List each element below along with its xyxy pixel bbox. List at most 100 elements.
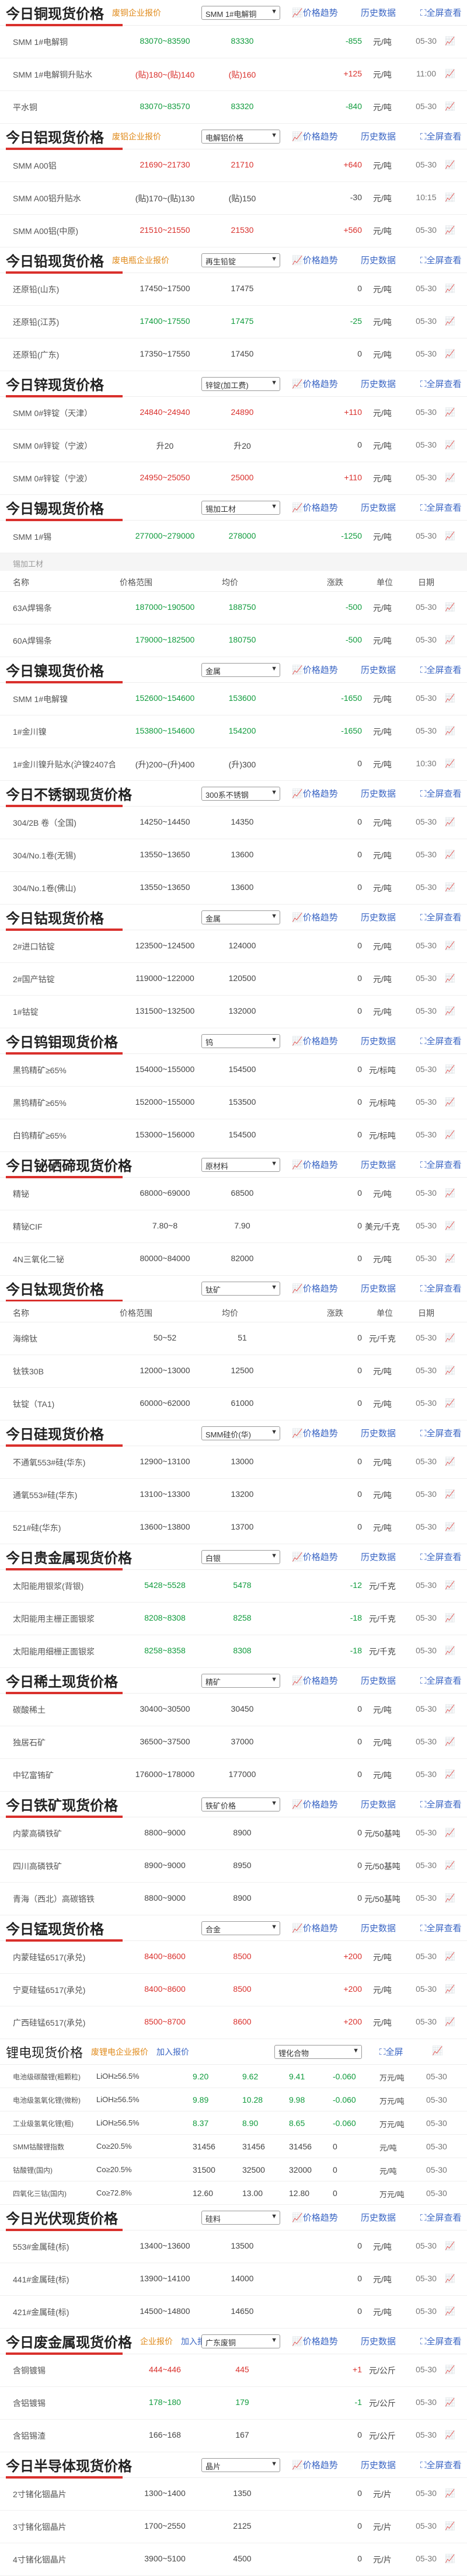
item-name[interactable]: 青海（西北）高碳铬铁 — [13, 1893, 95, 1905]
fullscreen-button[interactable]: ⛶全屏查看 — [420, 1035, 462, 1047]
chart-icon[interactable]: 📈 — [445, 102, 455, 111]
price-trend-button[interactable]: 📈价格趋势 — [292, 664, 338, 676]
chart-icon[interactable]: 📈 — [445, 759, 455, 769]
item-name[interactable]: 1#钴锭 — [13, 1006, 39, 1018]
chart-icon[interactable]: 📈 — [445, 225, 455, 235]
history-data-button[interactable]: 历史数据 — [361, 1551, 396, 1563]
history-data-button[interactable]: 历史数据 — [361, 501, 396, 514]
chart-icon[interactable]: 📈 — [445, 941, 455, 951]
category-select[interactable]: 合金 ▼ — [201, 1921, 280, 1935]
history-data-button[interactable]: 历史数据 — [361, 787, 396, 800]
item-name[interactable]: SMM A00铝(中原) — [13, 225, 78, 237]
price-trend-button[interactable]: 📈价格趋势 — [292, 254, 338, 266]
history-data-button[interactable]: 历史数据 — [361, 6, 396, 19]
item-name[interactable]: SMM A00铝 — [13, 160, 57, 172]
chart-icon[interactable]: 📈 — [445, 1893, 455, 1903]
fullscreen-button[interactable]: ⛶全屏查看 — [420, 1674, 462, 1687]
price-trend-button[interactable]: 📈价格趋势 — [292, 6, 338, 19]
price-trend-button[interactable]: 📈价格趋势 — [292, 130, 338, 142]
fullscreen-button[interactable]: ⛶全屏查看 — [420, 787, 462, 800]
price-trend-button[interactable]: 📈价格趋势 — [292, 2211, 338, 2224]
chart-icon[interactable]: 📈 — [445, 1398, 455, 1408]
chart-icon[interactable]: 📈 — [445, 193, 455, 203]
item-name[interactable]: SMM 1#电解镍 — [13, 693, 68, 705]
history-data-button[interactable]: 历史数据 — [361, 2211, 396, 2224]
item-name[interactable]: 1#金川镍升贴水(沪镍2407合约) — [13, 759, 115, 770]
chart-icon[interactable]: 📈 — [445, 2521, 455, 2531]
item-name[interactable]: SMM 1#电解铜 — [13, 36, 68, 48]
item-name[interactable]: 四氧化三钴(国内) — [13, 2188, 67, 2198]
chart-icon[interactable]: 📈 — [445, 2017, 455, 2027]
item-name[interactable]: 不通氧553#硅(华东) — [13, 1457, 85, 1468]
chart-icon[interactable]: 📈 — [445, 1769, 455, 1779]
item-name[interactable]: 碳酸稀土 — [13, 1704, 46, 1716]
fullscreen-button[interactable]: ⛶全屏查看 — [420, 378, 462, 390]
item-name[interactable]: 521#硅(华东) — [13, 1522, 61, 1534]
chart-icon[interactable]: 📈 — [445, 1646, 455, 1656]
chart-icon[interactable]: 📈 — [445, 1366, 455, 1376]
category-select[interactable]: 金属 ▼ — [201, 910, 280, 924]
fullscreen-button[interactable]: ⛶全屏查看 — [420, 2335, 462, 2347]
chart-icon[interactable]: 📈 — [445, 1984, 455, 1994]
chart-icon[interactable]: 📈 — [445, 1006, 455, 1016]
item-name[interactable]: 黑钨精矿≥65% — [13, 1097, 67, 1109]
item-name[interactable]: 内蒙高磷铁矿 — [13, 1828, 62, 1839]
chart-icon[interactable]: 📈 — [445, 1097, 455, 1107]
chart-icon[interactable]: 📈 — [445, 2430, 455, 2440]
item-name[interactable]: 电池级碳酸锂(粗颗粒) — [13, 2072, 81, 2082]
item-name[interactable]: SMM 0#锌锭（天津） — [13, 407, 92, 419]
chart-icon[interactable]: 📈 — [445, 1522, 455, 1532]
price-trend-button[interactable]: 📈价格趋势 — [292, 787, 338, 800]
fullscreen-button[interactable]: ⛶全屏查看 — [420, 1922, 462, 1934]
category-select[interactable]: 金属 ▼ — [201, 663, 280, 677]
fullscreen-button[interactable]: ⛶全屏查看 — [420, 911, 462, 923]
price-trend-button[interactable]: 📈价格趋势 — [292, 1035, 338, 1047]
history-data-button[interactable]: 历史数据 — [361, 1427, 396, 1439]
price-trend-button[interactable]: 📈价格趋势 — [292, 1158, 338, 1171]
item-name[interactable]: 2寸锗化铟晶片 — [13, 2488, 67, 2500]
item-name[interactable]: 宁夏硅锰6517(承兑) — [13, 1984, 85, 1996]
item-name[interactable]: 含铝镀锡 — [13, 2397, 46, 2409]
chart-icon[interactable]: 📈 — [445, 1221, 455, 1231]
item-name[interactable]: 3寸锗化铟晶片 — [13, 2521, 67, 2533]
item-name[interactable]: SMM钴酸锂指数 — [13, 2142, 64, 2152]
fullscreen-button[interactable]: ⛶全屏查看 — [420, 501, 462, 514]
chart-icon[interactable]: 📈 — [445, 160, 455, 170]
item-name[interactable]: 60A焊锡条 — [13, 635, 52, 647]
chart-icon[interactable]: 📈 — [445, 349, 455, 359]
item-name[interactable]: 钛铁30B — [13, 1366, 44, 1377]
history-data-button[interactable]: 历史数据 — [361, 1922, 396, 1934]
fullscreen-button[interactable]: ⛶全屏查看 — [420, 6, 462, 19]
history-data-button[interactable]: 历史数据 — [361, 130, 396, 142]
item-name[interactable]: 中钇富铕矿 — [13, 1769, 54, 1781]
chart-icon[interactable]: 📈 — [445, 635, 455, 645]
item-name[interactable]: 1#金川镍 — [13, 726, 47, 738]
item-name[interactable]: 421#金属硅(标) — [13, 2306, 69, 2318]
fullscreen-button[interactable]: ⛶全屏查看 — [420, 2211, 462, 2224]
item-name[interactable]: SMM 1#电解铜升贴水 — [13, 69, 92, 81]
category-select[interactable]: 晶片 ▼ — [201, 2458, 280, 2472]
chart-icon[interactable]: 📈 — [445, 882, 455, 892]
category-select[interactable]: 白银 ▼ — [201, 1550, 280, 1564]
history-data-button[interactable]: 历史数据 — [361, 254, 396, 266]
item-name[interactable]: 4寸锗化铟晶片 — [13, 2554, 67, 2565]
chart-icon[interactable]: 📈 — [445, 693, 455, 703]
item-name[interactable]: 2#进口钴锭 — [13, 941, 55, 952]
item-name[interactable]: 还原铅(山东) — [13, 284, 59, 295]
chart-icon[interactable]: 📈 — [445, 2488, 455, 2498]
item-name[interactable]: 工业级氢氧化锂(粗) — [13, 2118, 74, 2128]
fullscreen-button[interactable]: ⛶全屏查看 — [420, 254, 462, 266]
chart-icon[interactable]: 📈 — [432, 2046, 443, 2056]
price-trend-button[interactable]: 📈价格趋势 — [292, 501, 338, 514]
item-name[interactable]: 还原铅(江苏) — [13, 316, 59, 328]
item-name[interactable]: 304/No.1卷(无锡) — [13, 850, 76, 861]
chart-icon[interactable]: 📈 — [445, 726, 455, 736]
history-data-button[interactable]: 历史数据 — [361, 378, 396, 390]
item-name[interactable]: 441#金属硅(标) — [13, 2274, 69, 2285]
chart-icon[interactable]: 📈 — [445, 36, 455, 46]
history-data-button[interactable]: 历史数据 — [361, 1798, 396, 1810]
item-name[interactable]: 太阳能用银浆(背银) — [13, 1580, 83, 1592]
history-data-button[interactable]: 历史数据 — [361, 2335, 396, 2347]
category-select[interactable]: 广东废铜 ▼ — [201, 2334, 280, 2348]
chart-icon[interactable]: 📈 — [445, 2306, 455, 2316]
